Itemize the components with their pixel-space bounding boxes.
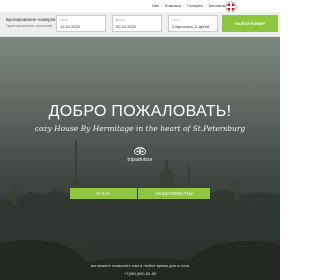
nav-item-about[interactable]: Нас [152, 3, 159, 9]
tripadvisor-label[interactable]: tripadvisor [0, 157, 280, 163]
find-room-button[interactable]: НАЙТИ НОМЕР [222, 15, 278, 32]
checkin-value: 19.10.2020 [60, 24, 81, 29]
checkout-value: 20.10.2020 [116, 24, 137, 29]
nav-item-rooms[interactable]: Комнаты [165, 3, 181, 9]
about-button[interactable]: О НАС [70, 188, 137, 199]
top-bar: Нас Комнаты Галерея Контакты [0, 0, 280, 12]
hero-subtitle: cozy House By Hermitage in the heart of … [34, 124, 246, 133]
hero-title: ДОБРО ПОЖАЛОВАТЬ! [48, 103, 232, 120]
guests-value: 2 взрослых, 0 детей [172, 24, 210, 29]
main-nav: Нас Комнаты Галерея Контакты [152, 3, 226, 9]
checkin-label: Заезд [60, 18, 69, 22]
hero-background [0, 0, 280, 280]
guests-label: Гости [172, 18, 180, 22]
nav-item-contacts[interactable]: Контакты [209, 3, 226, 9]
booking-subtitle: Гарантированное заселение [6, 24, 53, 28]
guests-field[interactable]: Гости 2 взрослых, 0 детей [168, 15, 218, 32]
checkout-field[interactable]: Выезд 20.10.2020 [112, 15, 162, 32]
uk-flag-language-icon[interactable] [226, 2, 236, 12]
booking-bar: Бронирование номеров Гарантированное зас… [0, 12, 280, 37]
checkin-field[interactable]: Заезд 19.10.2020 [56, 15, 106, 32]
tripadvisor-owl-icon[interactable] [134, 147, 146, 155]
booking-title: Бронирование номеров [6, 17, 56, 22]
rooms-button[interactable]: НАШИ КОМНАТЫ [138, 188, 210, 199]
nav-item-gallery[interactable]: Галерея [187, 3, 202, 9]
phone-number[interactable]: +7(981)890-82-85 [0, 271, 280, 276]
call-note: вы можете позвонить нам в любое время дн… [90, 263, 190, 268]
checkout-label: Выезд [116, 18, 125, 22]
